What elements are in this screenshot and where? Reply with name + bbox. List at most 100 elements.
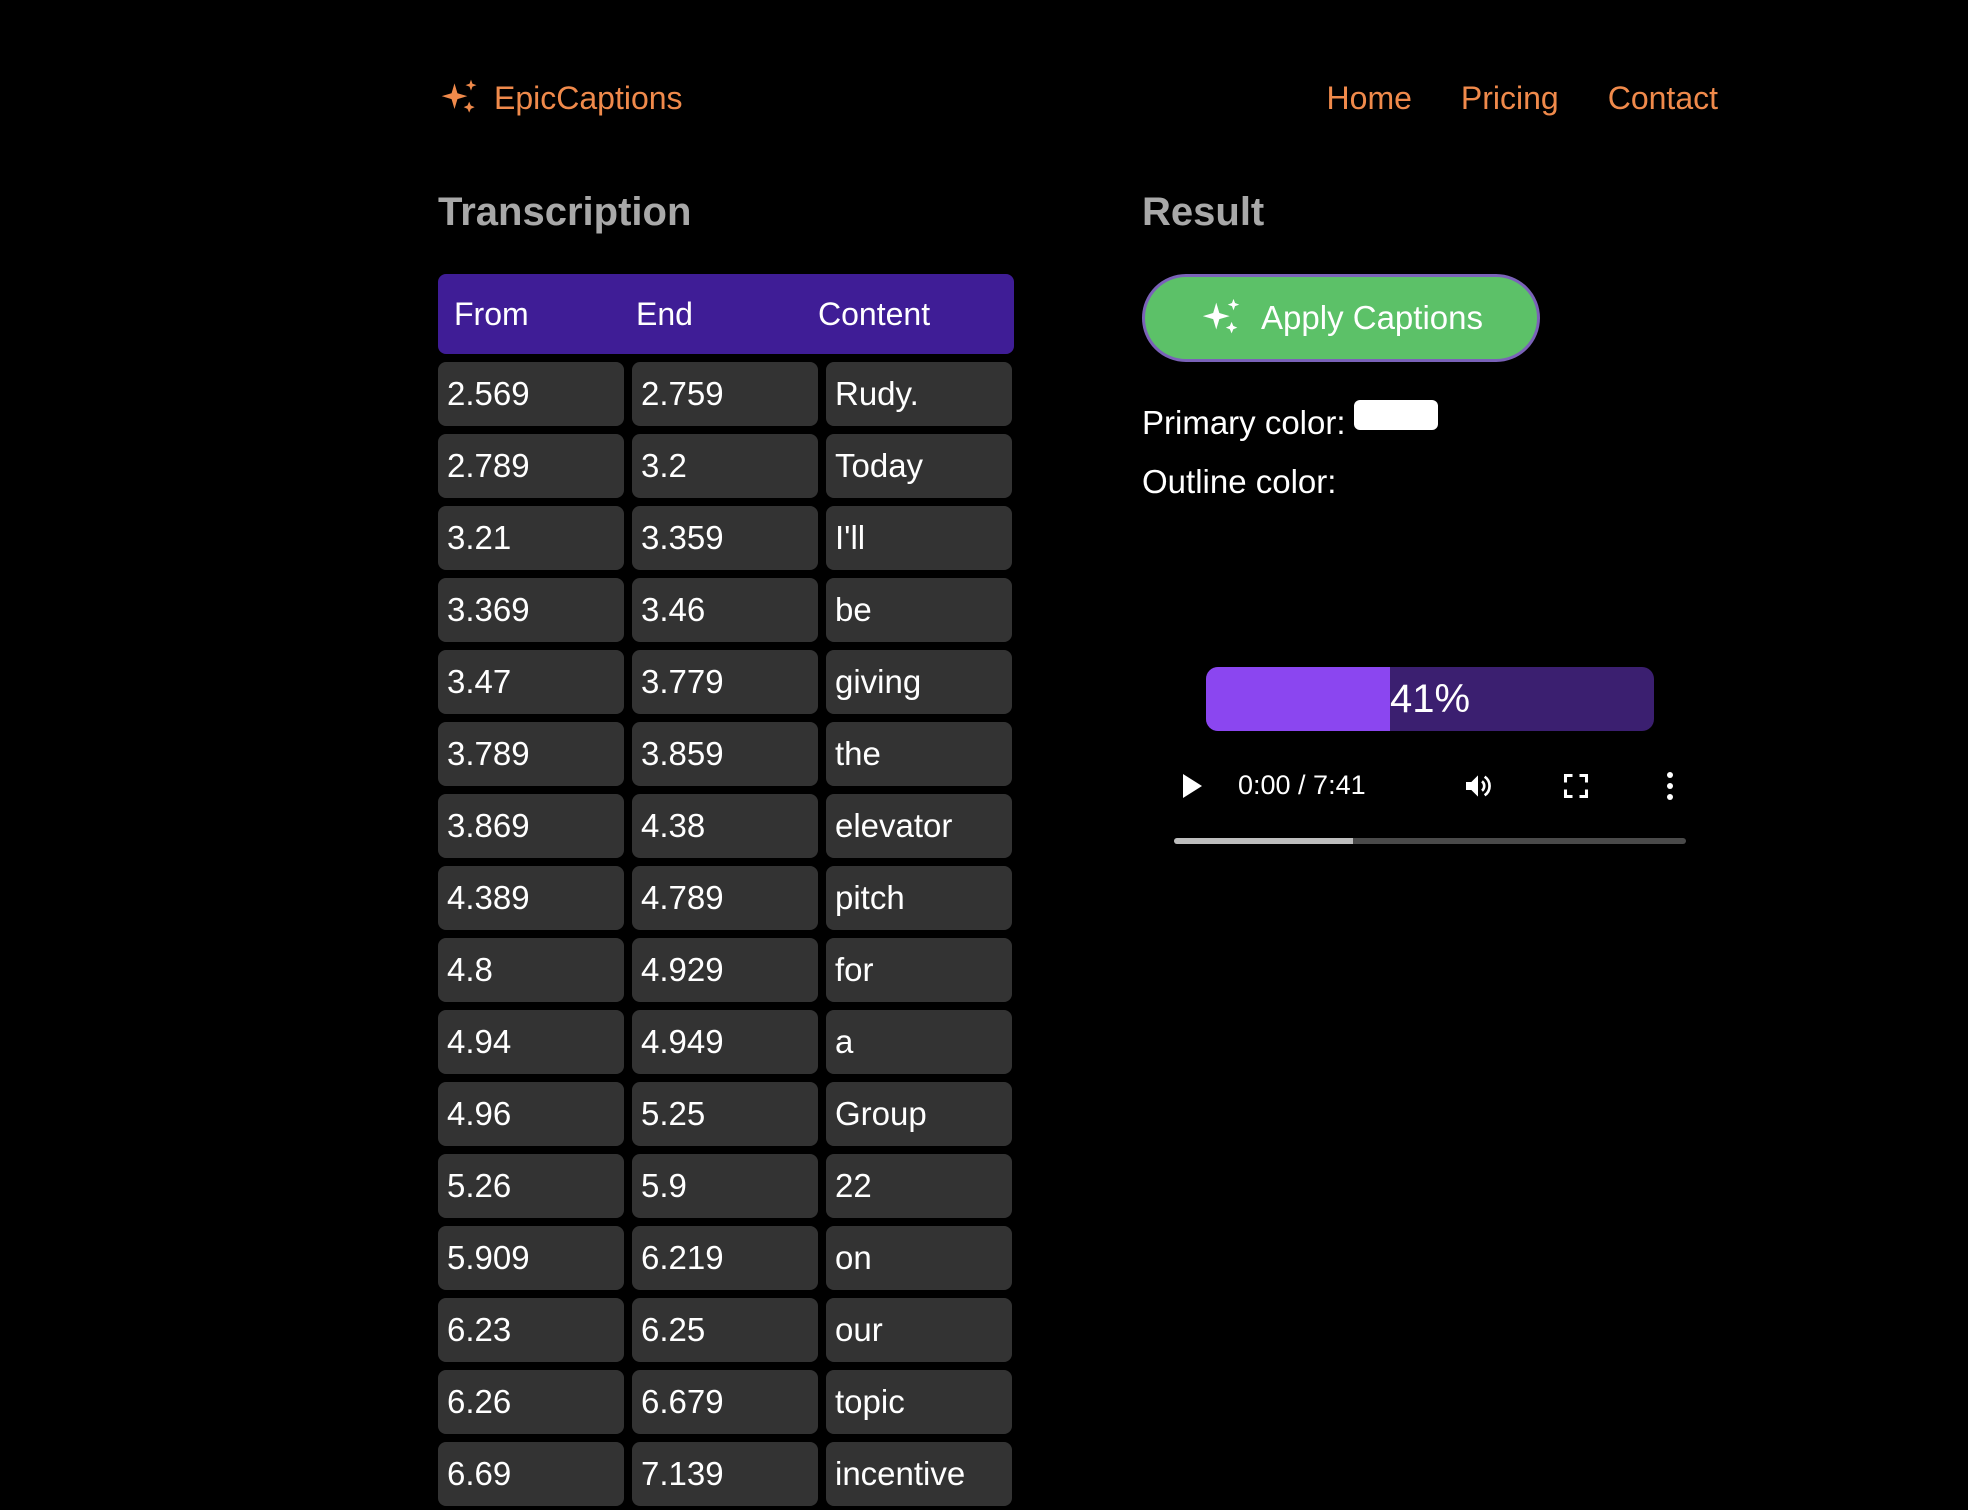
end-cell[interactable]: 3.359 <box>632 506 818 570</box>
volume-icon <box>1461 770 1495 807</box>
table-row: 3.369 3.46 be <box>438 578 1014 642</box>
table-row: 2.569 2.759 Rudy. <box>438 362 1014 426</box>
primary-color-picker[interactable] <box>1353 400 1438 430</box>
from-cell[interactable]: 6.26 <box>438 1370 624 1434</box>
outline-color-row: Outline color: <box>1142 463 1336 501</box>
content-cell[interactable]: a <box>826 1010 1012 1074</box>
brand-name: EpicCaptions <box>494 79 683 116</box>
table-row: 3.47 3.779 giving <box>438 650 1014 714</box>
apply-captions-button[interactable]: Apply Captions <box>1142 274 1540 362</box>
table-row: 5.909 6.219 on <box>438 1226 1014 1290</box>
content-cell[interactable]: giving <box>826 650 1012 714</box>
from-cell[interactable]: 4.94 <box>438 1010 624 1074</box>
end-cell[interactable]: 4.789 <box>632 866 818 930</box>
content-cell[interactable]: be <box>826 578 1012 642</box>
volume-button[interactable] <box>1458 768 1498 808</box>
content-cell[interactable]: the <box>826 722 1012 786</box>
brand-link[interactable]: EpicCaptions <box>438 76 683 120</box>
from-cell[interactable]: 4.389 <box>438 866 624 930</box>
apply-captions-label: Apply Captions <box>1261 299 1483 336</box>
content-cell[interactable]: on <box>826 1226 1012 1290</box>
transcription-table: From End Content 2.569 2.759 Rudy. 2.789 3.2… <box>438 274 1014 1510</box>
result-title: Result <box>1142 190 1265 234</box>
fullscreen-icon <box>1562 772 1590 805</box>
nav-home-link[interactable]: Home <box>1327 80 1412 117</box>
table-row: 4.389 4.789 pitch <box>438 866 1014 930</box>
content-cell[interactable]: Today <box>826 434 1012 498</box>
table-row: 4.8 4.929 for <box>438 938 1014 1002</box>
from-cell[interactable]: 4.8 <box>438 938 624 1002</box>
page: EpicCaptions Home Pricing Contact Transc… <box>0 0 1968 1510</box>
end-cell[interactable]: 6.219 <box>632 1226 818 1290</box>
content-cell[interactable]: incentive <box>826 1442 1012 1506</box>
sparkles-icon <box>438 76 482 120</box>
end-cell[interactable]: 5.25 <box>632 1082 818 1146</box>
primary-color-label: Primary color: <box>1142 404 1346 441</box>
content-cell[interactable]: Rudy. <box>826 362 1012 426</box>
table-row: 6.69 7.139 incentive <box>438 1442 1014 1506</box>
table-header: From End Content <box>438 274 1014 354</box>
table-row: 3.21 3.359 I'll <box>438 506 1014 570</box>
content-cell[interactable]: 22 <box>826 1154 1012 1218</box>
table-row: 2.789 3.2 Today <box>438 434 1014 498</box>
from-cell[interactable]: 3.789 <box>438 722 624 786</box>
from-cell[interactable]: 2.789 <box>438 434 624 498</box>
more-vertical-icon <box>1665 771 1675 806</box>
content-cell[interactable]: topic <box>826 1370 1012 1434</box>
table-row: 5.26 5.9 22 <box>438 1154 1014 1218</box>
end-cell[interactable]: 4.38 <box>632 794 818 858</box>
from-cell[interactable]: 5.26 <box>438 1154 624 1218</box>
sparkles-icon <box>1199 295 1245 341</box>
play-button[interactable] <box>1174 768 1210 808</box>
from-cell[interactable]: 3.47 <box>438 650 624 714</box>
from-cell[interactable]: 3.369 <box>438 578 624 642</box>
table-row: 6.26 6.679 topic <box>438 1370 1014 1434</box>
table-row: 3.869 4.38 elevator <box>438 794 1014 858</box>
from-cell[interactable]: 2.569 <box>438 362 624 426</box>
table-row: 4.96 5.25 Group <box>438 1082 1014 1146</box>
end-cell[interactable]: 3.2 <box>632 434 818 498</box>
from-cell[interactable]: 3.21 <box>438 506 624 570</box>
column-header-from: From <box>454 295 529 332</box>
time-display: 0:00 / 7:41 <box>1238 770 1366 800</box>
content-cell[interactable]: elevator <box>826 794 1012 858</box>
progress-bar: 41% <box>1206 667 1654 731</box>
table-body: 2.569 2.759 Rudy. 2.789 3.2 Today 3.21 3.359 I'l… <box>438 362 1014 1506</box>
end-cell[interactable]: 4.929 <box>632 938 818 1002</box>
main-nav: Home Pricing Contact <box>1327 80 1718 117</box>
content-cell[interactable]: I'll <box>826 506 1012 570</box>
content-cell[interactable]: for <box>826 938 1012 1002</box>
primary-color-row: Primary color: <box>1142 400 1438 442</box>
play-icon <box>1180 772 1204 805</box>
end-cell[interactable]: 6.25 <box>632 1298 818 1362</box>
nav-contact-link[interactable]: Contact <box>1608 80 1718 117</box>
column-header-end: End <box>636 295 693 332</box>
seek-bar-buffered <box>1174 838 1354 844</box>
content-cell[interactable]: pitch <box>826 866 1012 930</box>
outline-color-label: Outline color: <box>1142 463 1337 500</box>
end-cell[interactable]: 3.46 <box>632 578 818 642</box>
fullscreen-button[interactable] <box>1556 768 1596 808</box>
video-player-controls: 0:00 / 7:41 <box>1174 760 1686 850</box>
more-options-button[interactable] <box>1654 768 1686 808</box>
end-cell[interactable]: 6.679 <box>632 1370 818 1434</box>
from-cell[interactable]: 4.96 <box>438 1082 624 1146</box>
column-header-content: Content <box>818 295 931 332</box>
content-cell[interactable]: our <box>826 1298 1012 1362</box>
content-cell[interactable]: Group <box>826 1082 1012 1146</box>
end-cell[interactable]: 7.139 <box>632 1442 818 1506</box>
from-cell[interactable]: 5.909 <box>438 1226 624 1290</box>
end-cell[interactable]: 5.9 <box>632 1154 818 1218</box>
end-cell[interactable]: 3.779 <box>632 650 818 714</box>
end-cell[interactable]: 4.949 <box>632 1010 818 1074</box>
end-cell[interactable]: 2.759 <box>632 362 818 426</box>
table-row: 4.94 4.949 a <box>438 1010 1014 1074</box>
from-cell[interactable]: 6.69 <box>438 1442 624 1506</box>
nav-pricing-link[interactable]: Pricing <box>1461 80 1559 117</box>
progress-percentage: 41% <box>1389 676 1471 721</box>
from-cell[interactable]: 3.869 <box>438 794 624 858</box>
seek-bar[interactable] <box>1174 838 1686 844</box>
from-cell[interactable]: 6.23 <box>438 1298 624 1362</box>
end-cell[interactable]: 3.859 <box>632 722 818 786</box>
transcription-title: Transcription <box>438 190 692 234</box>
